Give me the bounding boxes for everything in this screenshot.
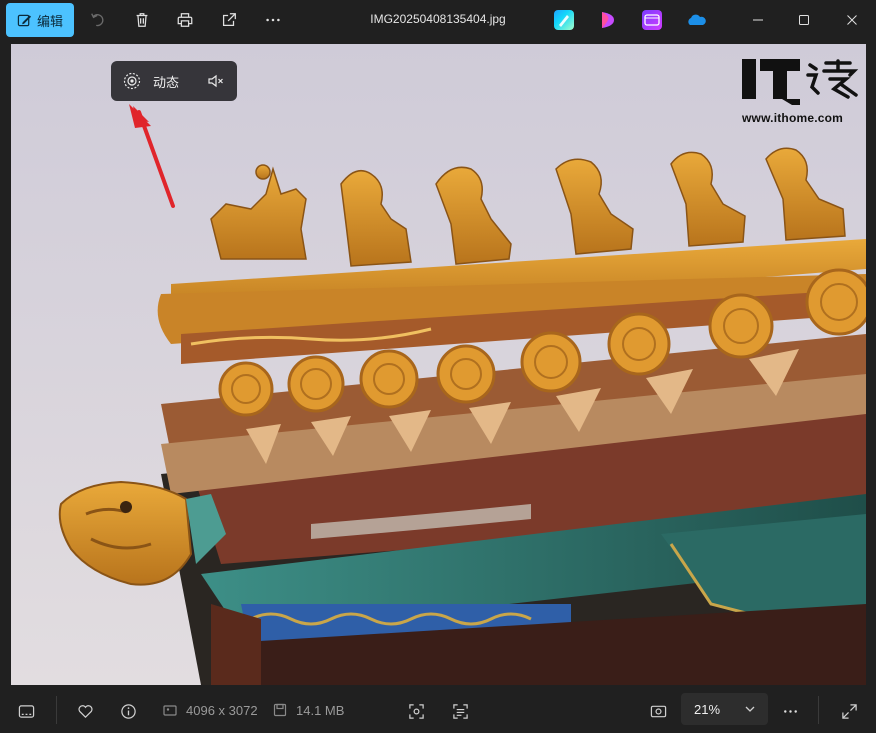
print-icon [177,13,193,27]
fullscreen-button[interactable] [838,700,860,722]
photo-canvas[interactable] [11,44,866,685]
heart-icon [77,704,93,718]
edit-icon [17,14,32,26]
bottom-bar: 4096 x 3072 14.1 MB 21% [0,688,876,733]
minimize-icon [753,19,763,21]
file-size: 14.1 MB [296,703,345,718]
photo-image [11,44,866,685]
favorite-button[interactable] [74,700,96,722]
zoom-level: 21% [694,701,721,717]
motion-label: 动态 [153,74,180,90]
bottom-more-button[interactable] [779,700,801,722]
mute-icon[interactable] [207,72,225,90]
motion-photo-popup[interactable]: 动态 [111,61,237,101]
save-icon [273,703,287,717]
onedrive-icon[interactable] [686,10,706,30]
maximize-icon [799,15,809,25]
maximize-button[interactable] [792,8,816,32]
chevron-down-icon [745,706,755,712]
close-button[interactable] [840,8,864,32]
more-button[interactable] [261,8,285,32]
print-button[interactable] [173,8,197,32]
scan-text-button[interactable] [449,700,471,722]
zoom-dropdown[interactable]: 21% [681,693,768,725]
ithome-watermark: www.ithome.com [742,57,860,127]
more-icon [783,709,797,713]
minimize-button[interactable] [746,8,770,32]
text-scan-icon [452,703,468,719]
ithome-logo [742,59,859,105]
dimensions-icon [163,705,177,716]
divider [818,696,819,724]
filmstrip-button[interactable] [15,700,37,722]
close-icon [847,15,857,25]
title-bar: 编辑 IMG20250408135404.jpg [0,0,876,40]
designer-icon[interactable] [554,10,574,30]
fit-to-window-button[interactable] [647,700,669,722]
image-dimensions: 4096 x 3072 [186,703,258,718]
info-icon [120,703,136,719]
video-editor-icon[interactable] [642,10,662,30]
edit-button[interactable]: 编辑 [6,3,74,37]
delete-icon [136,13,148,27]
live-photo-icon [123,72,141,90]
rotate-button[interactable] [86,8,110,32]
delete-button[interactable] [130,8,154,32]
edit-label: 编辑 [36,13,63,29]
expand-icon [841,703,857,719]
fit-screen-icon [650,705,666,717]
share-button[interactable] [217,8,241,32]
clipchamp-icon[interactable] [598,10,618,30]
scan-icon [408,703,424,719]
info-button[interactable] [117,700,139,722]
divider [56,696,57,724]
ithome-url: www.ithome.com [742,111,844,125]
share-icon [222,13,236,27]
rotate-icon [91,13,104,27]
more-icon [266,18,280,22]
filmstrip-icon [18,704,34,718]
select-region-button[interactable] [405,700,427,722]
